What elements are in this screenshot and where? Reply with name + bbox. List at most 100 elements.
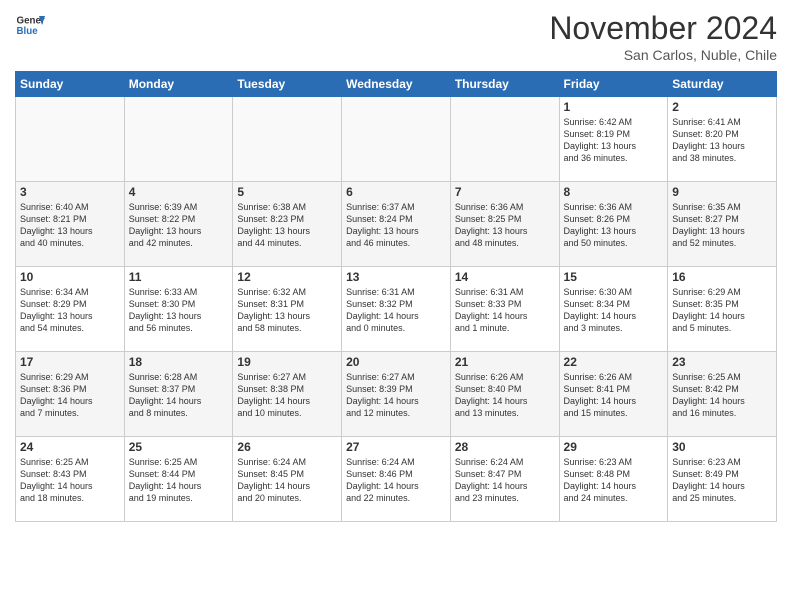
table-row: 1 Sunrise: 6:42 AM Sunset: 8:19 PM Daylig… bbox=[559, 97, 668, 182]
table-row bbox=[450, 97, 559, 182]
day-info: Sunrise: 6:24 AM Sunset: 8:46 PM Dayligh… bbox=[346, 456, 446, 505]
day-number: 6 bbox=[346, 185, 446, 199]
day-number: 22 bbox=[564, 355, 664, 369]
day-number: 30 bbox=[672, 440, 772, 454]
day-info: Sunrise: 6:30 AM Sunset: 8:34 PM Dayligh… bbox=[564, 286, 664, 335]
table-row: 23Sunrise: 6:25 AM Sunset: 8:42 PM Dayli… bbox=[668, 352, 777, 437]
table-row: 21 Sunrise: 6:26 AM Sunset: 8:40 PM Dayli… bbox=[450, 352, 559, 437]
day-number: 14 bbox=[455, 270, 555, 284]
day-info: Sunrise: 6:36 AM Sunset: 8:26 PM Dayligh… bbox=[564, 201, 664, 250]
table-row: 4 Sunrise: 6:39 AM Sunset: 8:22 PM Daylig… bbox=[124, 182, 233, 267]
table-row: 3 Sunrise: 6:40 AM Sunset: 8:21 PM Daylig… bbox=[16, 182, 125, 267]
day-number: 16 bbox=[672, 270, 772, 284]
day-number: 23 bbox=[672, 355, 772, 369]
logo: General Blue bbox=[15, 10, 45, 40]
table-row: 27 Sunrise: 6:24 AM Sunset: 8:46 PM Dayli… bbox=[342, 437, 451, 522]
col-sunday: Sunday bbox=[16, 72, 125, 97]
table-row: 8 Sunrise: 6:36 AM Sunset: 8:26 PM Daylig… bbox=[559, 182, 668, 267]
table-row bbox=[233, 97, 342, 182]
table-row: 17 Sunrise: 6:29 AM Sunset: 8:36 PM Dayli… bbox=[16, 352, 125, 437]
day-info: Sunrise: 6:31 AM Sunset: 8:33 PM Dayligh… bbox=[455, 286, 555, 335]
day-info: Sunrise: 6:31 AM Sunset: 8:32 PM Dayligh… bbox=[346, 286, 446, 335]
day-info: Sunrise: 6:38 AM Sunset: 8:23 PM Dayligh… bbox=[237, 201, 337, 250]
day-info: Sunrise: 6:23 AM Sunset: 8:49 PM Dayligh… bbox=[672, 456, 772, 505]
day-info: Sunrise: 6:40 AM Sunset: 8:21 PM Dayligh… bbox=[20, 201, 120, 250]
calendar-week-row: 17 Sunrise: 6:29 AM Sunset: 8:36 PM Dayli… bbox=[16, 352, 777, 437]
col-thursday: Thursday bbox=[450, 72, 559, 97]
day-number: 21 bbox=[455, 355, 555, 369]
day-info: Sunrise: 6:25 AM Sunset: 8:43 PM Dayligh… bbox=[20, 456, 120, 505]
day-info: Sunrise: 6:39 AM Sunset: 8:22 PM Dayligh… bbox=[129, 201, 229, 250]
calendar-week-row: 24 Sunrise: 6:25 AM Sunset: 8:43 PM Dayli… bbox=[16, 437, 777, 522]
day-number: 28 bbox=[455, 440, 555, 454]
location-subtitle: San Carlos, Nuble, Chile bbox=[549, 47, 777, 63]
col-friday: Friday bbox=[559, 72, 668, 97]
page-container: General Blue November 2024 San Carlos, N… bbox=[0, 0, 792, 612]
day-info: Sunrise: 6:24 AM Sunset: 8:47 PM Dayligh… bbox=[455, 456, 555, 505]
table-row: 13 Sunrise: 6:31 AM Sunset: 8:32 PM Dayli… bbox=[342, 267, 451, 352]
table-row: 10Sunrise: 6:34 AM Sunset: 8:29 PM Dayli… bbox=[16, 267, 125, 352]
day-info: Sunrise: 6:42 AM Sunset: 8:19 PM Dayligh… bbox=[564, 116, 664, 165]
day-number: 5 bbox=[237, 185, 337, 199]
calendar-header-row: Sunday Monday Tuesday Wednesday Thursday… bbox=[16, 72, 777, 97]
day-number: 29 bbox=[564, 440, 664, 454]
table-row bbox=[342, 97, 451, 182]
table-row: 28 Sunrise: 6:24 AM Sunset: 8:47 PM Dayli… bbox=[450, 437, 559, 522]
day-number: 19 bbox=[237, 355, 337, 369]
calendar-week-row: 1 Sunrise: 6:42 AM Sunset: 8:19 PM Daylig… bbox=[16, 97, 777, 182]
calendar-table: Sunday Monday Tuesday Wednesday Thursday… bbox=[15, 71, 777, 522]
day-info: Sunrise: 6:34 AM Sunset: 8:29 PM Dayligh… bbox=[20, 286, 120, 335]
day-info: Sunrise: 6:41 AM Sunset: 8:20 PM Dayligh… bbox=[672, 116, 772, 165]
day-number: 27 bbox=[346, 440, 446, 454]
col-monday: Monday bbox=[124, 72, 233, 97]
day-info: Sunrise: 6:29 AM Sunset: 8:35 PM Dayligh… bbox=[672, 286, 772, 335]
table-row: 25 Sunrise: 6:25 AM Sunset: 8:44 PM Dayli… bbox=[124, 437, 233, 522]
day-number: 7 bbox=[455, 185, 555, 199]
day-number: 3 bbox=[20, 185, 120, 199]
svg-text:Blue: Blue bbox=[17, 26, 39, 37]
table-row: 14 Sunrise: 6:31 AM Sunset: 8:33 PM Dayli… bbox=[450, 267, 559, 352]
table-row: 15 Sunrise: 6:30 AM Sunset: 8:34 PM Dayli… bbox=[559, 267, 668, 352]
month-title: November 2024 bbox=[549, 10, 777, 47]
day-number: 4 bbox=[129, 185, 229, 199]
table-row: 2Sunrise: 6:41 AM Sunset: 8:20 PM Daylig… bbox=[668, 97, 777, 182]
day-info: Sunrise: 6:33 AM Sunset: 8:30 PM Dayligh… bbox=[129, 286, 229, 335]
logo-icon: General Blue bbox=[15, 10, 45, 40]
title-block: November 2024 San Carlos, Nuble, Chile bbox=[549, 10, 777, 63]
table-row: 5 Sunrise: 6:38 AM Sunset: 8:23 PM Daylig… bbox=[233, 182, 342, 267]
table-row: 30 Sunrise: 6:23 AM Sunset: 8:49 PM Dayli… bbox=[668, 437, 777, 522]
table-row: 20Sunrise: 6:27 AM Sunset: 8:39 PM Dayli… bbox=[342, 352, 451, 437]
day-number: 11 bbox=[129, 270, 229, 284]
day-info: Sunrise: 6:25 AM Sunset: 8:44 PM Dayligh… bbox=[129, 456, 229, 505]
table-row: 12Sunrise: 6:32 AM Sunset: 8:31 PM Dayli… bbox=[233, 267, 342, 352]
day-number: 26 bbox=[237, 440, 337, 454]
table-row: 26Sunrise: 6:24 AM Sunset: 8:45 PM Dayli… bbox=[233, 437, 342, 522]
day-number: 18 bbox=[129, 355, 229, 369]
table-row: 29 Sunrise: 6:23 AM Sunset: 8:48 PM Dayli… bbox=[559, 437, 668, 522]
table-row bbox=[16, 97, 125, 182]
calendar-week-row: 10Sunrise: 6:34 AM Sunset: 8:29 PM Dayli… bbox=[16, 267, 777, 352]
day-number: 1 bbox=[564, 100, 664, 114]
calendar-week-row: 3 Sunrise: 6:40 AM Sunset: 8:21 PM Daylig… bbox=[16, 182, 777, 267]
day-number: 25 bbox=[129, 440, 229, 454]
day-info: Sunrise: 6:36 AM Sunset: 8:25 PM Dayligh… bbox=[455, 201, 555, 250]
table-row: 9Sunrise: 6:35 AM Sunset: 8:27 PM Daylig… bbox=[668, 182, 777, 267]
col-saturday: Saturday bbox=[668, 72, 777, 97]
day-info: Sunrise: 6:29 AM Sunset: 8:36 PM Dayligh… bbox=[20, 371, 120, 420]
day-number: 17 bbox=[20, 355, 120, 369]
day-number: 24 bbox=[20, 440, 120, 454]
day-info: Sunrise: 6:37 AM Sunset: 8:24 PM Dayligh… bbox=[346, 201, 446, 250]
table-row: 11 Sunrise: 6:33 AM Sunset: 8:30 PM Dayli… bbox=[124, 267, 233, 352]
day-info: Sunrise: 6:35 AM Sunset: 8:27 PM Dayligh… bbox=[672, 201, 772, 250]
day-info: Sunrise: 6:26 AM Sunset: 8:40 PM Dayligh… bbox=[455, 371, 555, 420]
day-number: 8 bbox=[564, 185, 664, 199]
day-info: Sunrise: 6:27 AM Sunset: 8:39 PM Dayligh… bbox=[346, 371, 446, 420]
table-row: 24 Sunrise: 6:25 AM Sunset: 8:43 PM Dayli… bbox=[16, 437, 125, 522]
day-info: Sunrise: 6:23 AM Sunset: 8:48 PM Dayligh… bbox=[564, 456, 664, 505]
day-number: 12 bbox=[237, 270, 337, 284]
day-info: Sunrise: 6:28 AM Sunset: 8:37 PM Dayligh… bbox=[129, 371, 229, 420]
day-number: 13 bbox=[346, 270, 446, 284]
day-info: Sunrise: 6:27 AM Sunset: 8:38 PM Dayligh… bbox=[237, 371, 337, 420]
page-header: General Blue November 2024 San Carlos, N… bbox=[15, 10, 777, 63]
day-number: 15 bbox=[564, 270, 664, 284]
